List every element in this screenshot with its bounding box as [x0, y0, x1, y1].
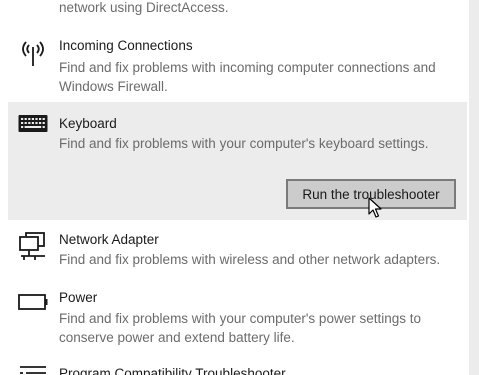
item-description: Find and fix problems with your computer… — [59, 311, 421, 345]
list-item-network-adapter[interactable]: Network Adapter Find and fix problems wi… — [8, 226, 467, 282]
keyboard-icon — [18, 115, 48, 132]
network-adapter-icon — [19, 232, 45, 260]
item-description: Find and fix problems with your computer… — [59, 136, 429, 151]
troubleshooter-list: network using DirectAccess. Incoming Con… — [0, 0, 479, 375]
list-item-program-compatibility[interactable]: Program Compatibility Troubleshooter — [8, 362, 467, 375]
item-title: Network Adapter — [59, 232, 159, 247]
item-description: Find and fix problems with incoming comp… — [59, 60, 436, 94]
mouse-cursor-icon — [368, 197, 382, 218]
item-description: network using DirectAccess. — [59, 0, 229, 15]
list-item-directaccess[interactable]: network using DirectAccess. — [8, 0, 467, 20]
battery-icon — [18, 294, 48, 310]
list-item-power[interactable]: Power Find and fix problems with your co… — [8, 284, 467, 356]
item-description: Find and fix problems with wireless and … — [59, 252, 441, 267]
item-title: Keyboard — [59, 116, 117, 131]
item-title: Power — [59, 290, 98, 305]
scrollbar[interactable] — [469, 0, 479, 375]
item-title: Program Compatibility Troubleshooter — [59, 366, 286, 375]
list-item-keyboard[interactable]: Keyboard Find and fix problems with your… — [8, 102, 467, 220]
program-compatibility-icon — [20, 366, 46, 374]
antenna-icon — [22, 41, 44, 66]
list-item-incoming-connections[interactable]: Incoming Connections Find and fix proble… — [8, 30, 467, 98]
item-title: Incoming Connections — [59, 38, 193, 53]
